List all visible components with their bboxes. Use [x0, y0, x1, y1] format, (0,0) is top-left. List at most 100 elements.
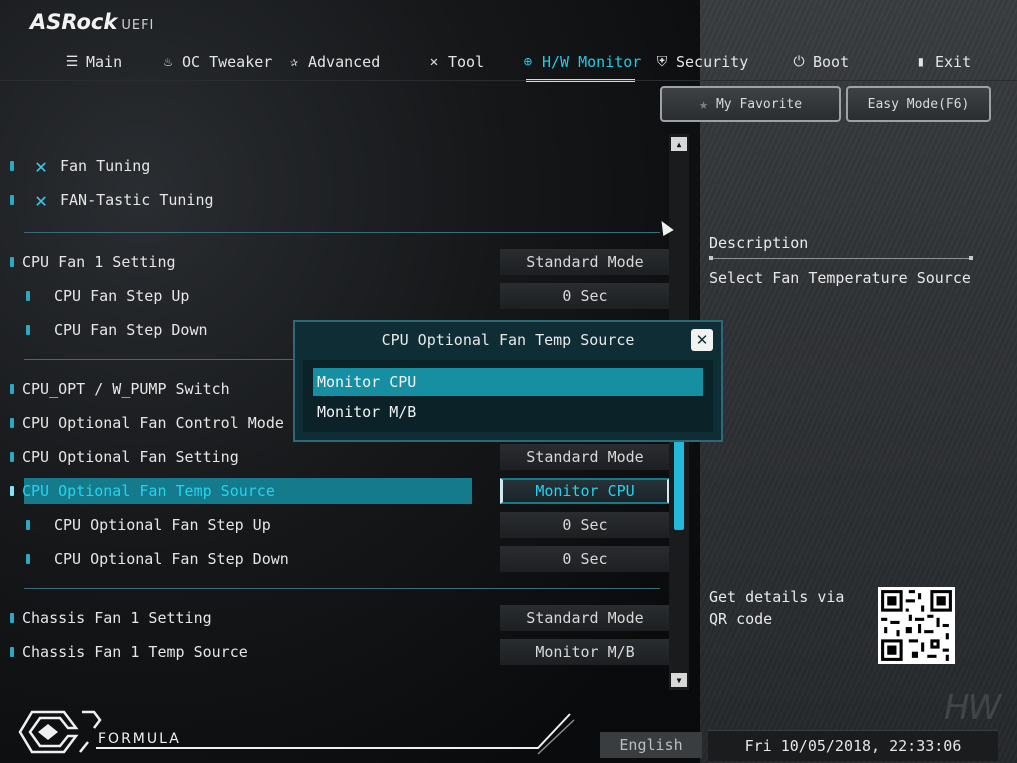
setting-label: CPU Fan 1 Setting	[22, 253, 176, 271]
option-monitor-cpu[interactable]: Monitor CPU	[313, 368, 703, 396]
dialog-options-list: Monitor CPU Monitor M/B	[303, 360, 713, 432]
watermark: HW	[944, 688, 1001, 728]
description-divider	[709, 256, 973, 260]
setting-value[interactable]: Standard Mode	[500, 605, 670, 631]
setting-row[interactable]: Chassis Fan 1 Setting Standard Mode	[10, 605, 670, 631]
setting-row-selected[interactable]: CPU Optional Fan Temp Source Monitor CPU	[10, 478, 670, 504]
tab-advanced[interactable]: ✰ Advanced	[286, 48, 380, 76]
item-bullet	[10, 647, 14, 657]
item-bullet	[26, 291, 30, 301]
option-monitor-mb[interactable]: Monitor M/B	[313, 398, 703, 426]
tool-fan-tuning-label: Fan Tuning	[60, 157, 151, 175]
my-favorite-label: My Favorite	[715, 96, 803, 112]
qr-code-icon	[878, 587, 955, 664]
setting-row[interactable]: CPU Fan Step Up 0 Sec	[10, 283, 670, 309]
dialog-title: CPU Optional Fan Temp Source	[381, 331, 635, 349]
shield-icon: ⛨	[656, 54, 668, 70]
scroll-down-button[interactable]: ▼	[671, 673, 687, 687]
star-icon: ★	[698, 95, 708, 113]
item-bullet	[10, 418, 14, 428]
tab-tool[interactable]: ✕ Tool	[426, 48, 484, 76]
section-divider	[24, 588, 660, 589]
description-text: Select Fan Temperature Source	[709, 269, 971, 287]
item-bullet	[10, 195, 14, 205]
scroll-thumb[interactable]	[674, 434, 684, 530]
star-icon: ✰	[289, 54, 299, 70]
tab-main-label: Main	[86, 53, 123, 71]
easy-mode-label: Easy Mode(F6)	[867, 96, 970, 112]
power-icon: ⏻	[793, 54, 805, 70]
tool-fan-tuning[interactable]: ✕ Fan Tuning	[10, 154, 150, 178]
tab-tool-label: Tool	[448, 53, 485, 71]
setting-value[interactable]: Monitor M/B	[500, 639, 670, 665]
item-bullet	[26, 554, 30, 564]
tool-fan-tastic-tuning[interactable]: ✕ FAN-Tastic Tuning	[10, 188, 214, 212]
setting-label: Chassis Fan 1 Setting	[22, 609, 212, 627]
close-icon[interactable]: ✕	[691, 329, 713, 351]
tools-icon: ✕	[429, 54, 439, 70]
item-bullet	[26, 325, 30, 335]
tab-advanced-label: Advanced	[308, 53, 381, 71]
tab-security-label: Security	[676, 53, 749, 71]
easy-mode-button[interactable]: Easy Mode(F6)	[846, 86, 991, 122]
setting-value[interactable]: 0 Sec	[500, 283, 670, 309]
setting-label: CPU Optional Fan Step Down	[54, 550, 289, 568]
formula-logo-text: FORMULA	[98, 731, 181, 747]
setting-label: CPU Fan Step Up	[54, 287, 190, 305]
item-bullet	[10, 613, 14, 623]
top-navigation: ☰ Main ♨ OC Tweaker ✰ Advanced ✕ Tool ⊕ …	[0, 48, 1017, 82]
setting-row[interactable]: Chassis Fan 1 Temp Source Monitor M/B	[10, 639, 670, 665]
tab-hw-monitor[interactable]: ⊕ H/W Monitor	[520, 48, 642, 82]
setting-label: CPU Optional Fan Control Mode	[22, 414, 284, 432]
setting-label: CPU_OPT / W_PUMP Switch	[22, 380, 230, 398]
setting-row[interactable]: CPU Optional Fan Setting Standard Mode	[10, 444, 670, 470]
scroll-up-button[interactable]: ▲	[671, 137, 687, 151]
tab-security[interactable]: ⛨ Security	[654, 48, 749, 76]
exit-door-icon: ▮	[916, 54, 926, 70]
tools-icon: ✕	[34, 154, 48, 178]
setting-row[interactable]: CPU Optional Fan Step Down 0 Sec	[10, 546, 670, 572]
monitor-icon: ⊕	[523, 54, 533, 70]
description-title: Description	[709, 234, 809, 252]
setting-value[interactable]: Standard Mode	[500, 249, 670, 275]
temp-source-dialog: CPU Optional Fan Temp Source ✕ Monitor C…	[293, 320, 723, 442]
tools-icon: ✕	[34, 188, 48, 212]
datetime-display: Fri 10/05/2018, 22:33:06	[708, 730, 998, 761]
tab-exit-label: Exit	[935, 53, 972, 71]
setting-label: CPU Optional Fan Temp Source	[22, 482, 275, 500]
setting-value[interactable]: 0 Sec	[500, 512, 670, 538]
setting-value[interactable]: 0 Sec	[500, 546, 670, 572]
tab-boot-label: Boot	[813, 53, 850, 71]
list-icon: ☰	[65, 54, 79, 70]
setting-label: CPU Fan Step Down	[54, 321, 208, 339]
tab-boot[interactable]: ⏻ Boot	[791, 48, 849, 76]
setting-value[interactable]: Standard Mode	[500, 444, 670, 470]
item-bullet	[10, 161, 14, 171]
tab-hw-monitor-label: H/W Monitor	[542, 53, 642, 71]
language-button[interactable]: English	[600, 732, 702, 758]
my-favorite-button[interactable]: ★ My Favorite	[660, 86, 841, 122]
setting-label: Chassis Fan 1 Temp Source	[22, 643, 248, 661]
tab-oc-tweaker-label: OC Tweaker	[182, 53, 273, 71]
tool-fan-tastic-tuning-label: FAN-Tastic Tuning	[60, 191, 214, 209]
item-bullet	[26, 520, 30, 530]
item-bullet	[10, 257, 14, 267]
setting-row[interactable]: CPU Fan 1 Setting Standard Mode	[10, 249, 670, 275]
item-bullet	[10, 486, 14, 496]
nav-divider	[0, 80, 1017, 81]
brand-suffix: UEFI	[121, 18, 155, 33]
tab-oc-tweaker[interactable]: ♨ OC Tweaker	[160, 48, 273, 76]
setting-value[interactable]: Monitor CPU	[500, 478, 670, 504]
item-bullet	[10, 452, 14, 462]
tab-main[interactable]: ☰ Main	[64, 48, 122, 76]
setting-row[interactable]: CPU Optional Fan Step Up 0 Sec	[10, 512, 670, 538]
flame-icon: ♨	[163, 54, 173, 70]
section-divider	[24, 232, 660, 233]
qr-caption: Get details via QR code	[709, 588, 845, 628]
setting-label: CPU Optional Fan Setting	[22, 448, 239, 466]
tab-exit[interactable]: ▮ Exit	[913, 48, 971, 76]
brand-name: ASRock	[30, 10, 118, 34]
setting-label: CPU Optional Fan Step Up	[54, 516, 271, 534]
asrock-logo: ASRock UEFI	[30, 10, 154, 34]
item-bullet	[10, 384, 14, 394]
